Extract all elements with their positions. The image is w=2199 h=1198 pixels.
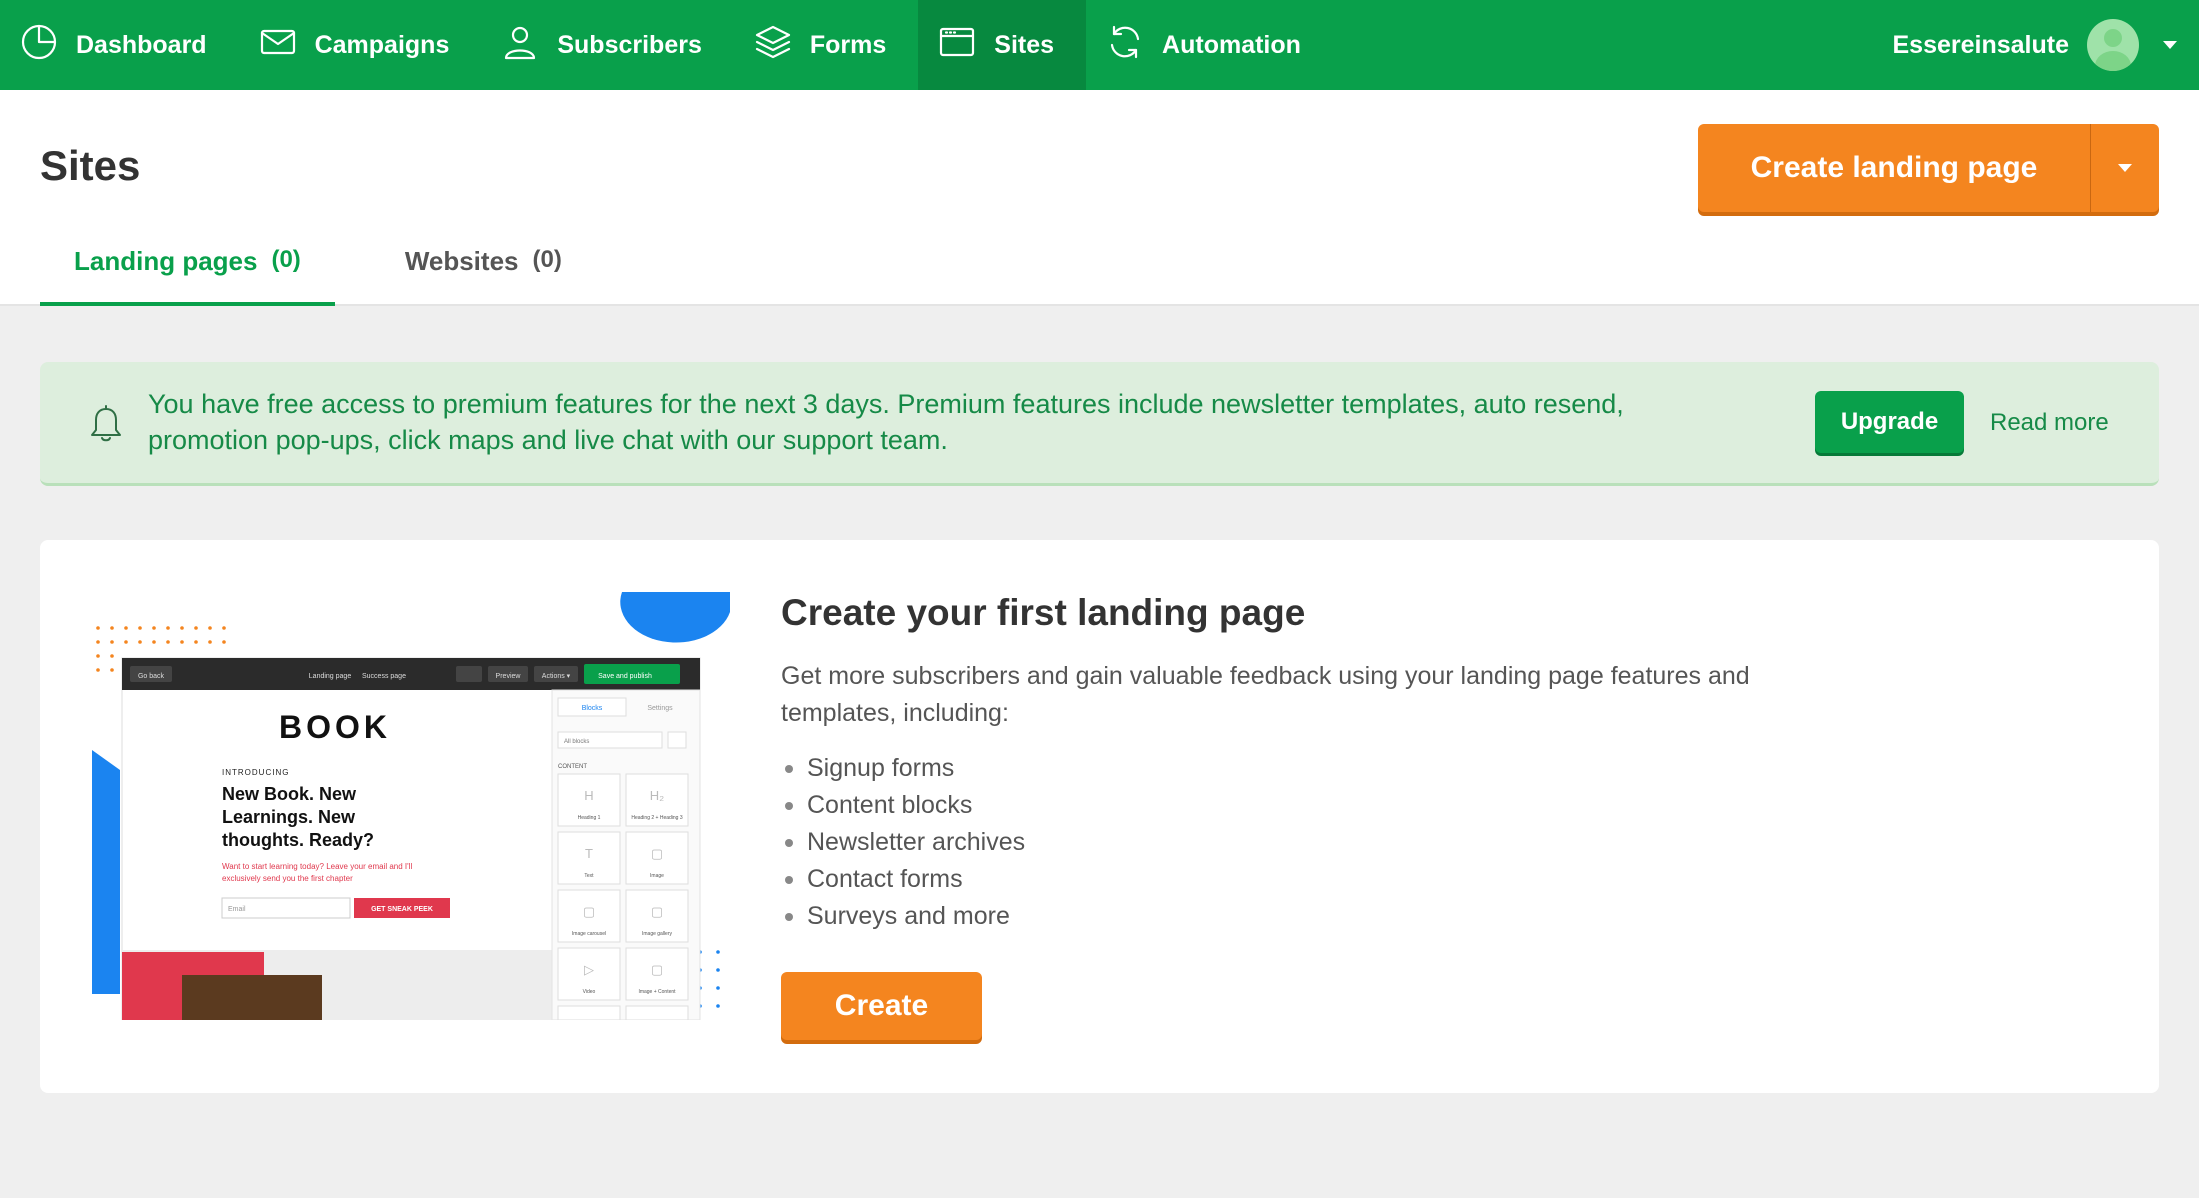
go-back-label: Go back: [138, 673, 165, 680]
envelope-icon: [259, 23, 297, 68]
list-item: Contact forms: [784, 861, 1025, 898]
nav-label: Automation: [1162, 30, 1301, 59]
settings-tab-label: Settings: [647, 705, 673, 712]
tab-count: (0): [532, 246, 562, 273]
headline-line-2: Learnings. New: [222, 807, 356, 827]
list-item: Surveys and more: [784, 898, 1025, 935]
list-item: Newsletter archives: [784, 824, 1025, 861]
bell-icon: [88, 404, 124, 444]
tab-label: Websites: [404, 246, 519, 276]
create-landing-page-split-button: Create landing page: [1698, 124, 2159, 212]
tab-websites[interactable]: Websites (0): [371, 240, 596, 306]
empty-state-card: Go back Landing page Success page Previe…: [40, 540, 2159, 1093]
read-more-link[interactable]: Read more: [1990, 409, 2109, 437]
user-menu[interactable]: Essereinsalute: [1892, 0, 2177, 90]
tab-count: (0): [271, 246, 301, 273]
block-label: Image gallery: [642, 931, 673, 937]
pie-chart-icon: [20, 23, 58, 68]
create-button[interactable]: Create: [781, 972, 982, 1040]
block-label: Heading 2 + Heading 3: [631, 815, 683, 821]
subtext-line-2: exclusively send you the first chapter: [222, 874, 353, 883]
avatar: [2087, 19, 2139, 71]
block-label: Image + Content: [638, 989, 676, 995]
nav-label: Dashboard: [76, 30, 207, 59]
list-item: Content blocks: [784, 787, 1025, 824]
feature-list: Signup forms Content blocks Newsletter a…: [784, 750, 1025, 935]
nav-label: Forms: [809, 30, 887, 59]
tab-label: Landing pages: [74, 246, 258, 276]
headline-line-3: thoughts. Ready?: [222, 830, 374, 850]
preview-label: Preview: [496, 673, 522, 680]
block-label: Image: [650, 873, 664, 879]
refresh-icon: [1106, 23, 1144, 68]
empty-state-description: Get more subscribers and gain valuable f…: [781, 662, 1750, 727]
all-blocks-select: All blocks: [564, 739, 589, 745]
nav-campaigns[interactable]: Campaigns: [239, 0, 482, 90]
block-label: Heading 1: [578, 815, 601, 821]
actions-label: Actions ▾: [542, 673, 571, 680]
svg-text:▢: ▢: [651, 962, 663, 977]
nav-automation[interactable]: Automation: [1086, 0, 1333, 90]
nav-subscribers[interactable]: Subscribers: [481, 0, 734, 90]
block-label: Video: [583, 989, 596, 995]
save-publish-label: Save and publish: [598, 673, 652, 680]
block-label: Text: [584, 873, 594, 879]
chevron-down-icon: [2118, 164, 2132, 172]
page-title: Sites: [40, 142, 141, 189]
nav-forms[interactable]: Forms: [734, 0, 918, 90]
subtext-line-1: Want to start learning today? Leave your…: [222, 862, 412, 871]
landing-page-editor-illustration: Go back Landing page Success page Previe…: [90, 590, 730, 1021]
nav-label: Campaigns: [314, 30, 450, 59]
person-icon: [501, 23, 539, 68]
create-options-dropdown-button[interactable]: [2091, 124, 2159, 212]
svg-text:▢: ▢: [651, 846, 663, 861]
nav-label: Subscribers: [557, 30, 702, 59]
notice-message: You have free access to premium features…: [148, 389, 1624, 455]
svg-text:T: T: [585, 846, 593, 861]
blocks-tab-label: Blocks: [582, 705, 603, 712]
landing-page-label: Landing page: [309, 673, 352, 680]
nav-sites[interactable]: Sites: [918, 0, 1087, 90]
page-header: Sites Create landing page Landing pages …: [0, 90, 2199, 306]
cta-label: GET SNEAK PEEK: [371, 906, 433, 913]
svg-text:▢: ▢: [651, 904, 663, 919]
block-label: Image carousel: [572, 931, 606, 937]
upgrade-button[interactable]: Upgrade: [1815, 391, 1964, 453]
create-landing-page-button[interactable]: Create landing page: [1698, 124, 2091, 212]
tabs: Landing pages (0) Websites (0): [40, 240, 596, 306]
introducing-label: INTRODUCING: [222, 768, 289, 777]
premium-notice-banner: You have free access to premium features…: [40, 362, 2159, 486]
svg-text:▢: ▢: [583, 904, 595, 919]
layers-icon: [754, 23, 792, 68]
username: Essereinsalute: [1892, 30, 2070, 59]
svg-text:H₂: H₂: [650, 788, 664, 803]
book-logo-text: BOOK: [279, 709, 391, 745]
svg-text:H: H: [584, 788, 593, 803]
list-item: Signup forms: [784, 750, 1025, 787]
nav-dashboard[interactable]: Dashboard: [0, 0, 239, 90]
chevron-down-icon: [2163, 41, 2177, 49]
nav-label: Sites: [994, 30, 1055, 59]
empty-state-title: Create your first landing page: [781, 592, 1306, 633]
content-section-label: CONTENT: [558, 764, 587, 770]
success-page-label: Success page: [362, 673, 406, 680]
svg-text:▷: ▷: [584, 962, 594, 977]
email-placeholder: Email: [228, 906, 246, 913]
tab-landing-pages[interactable]: Landing pages (0): [40, 240, 335, 306]
browser-window-icon: [938, 23, 976, 68]
top-nav: Dashboard Campaigns Subscribers Forms Si…: [0, 0, 2199, 90]
headline-line-1: New Book. New: [222, 784, 357, 804]
